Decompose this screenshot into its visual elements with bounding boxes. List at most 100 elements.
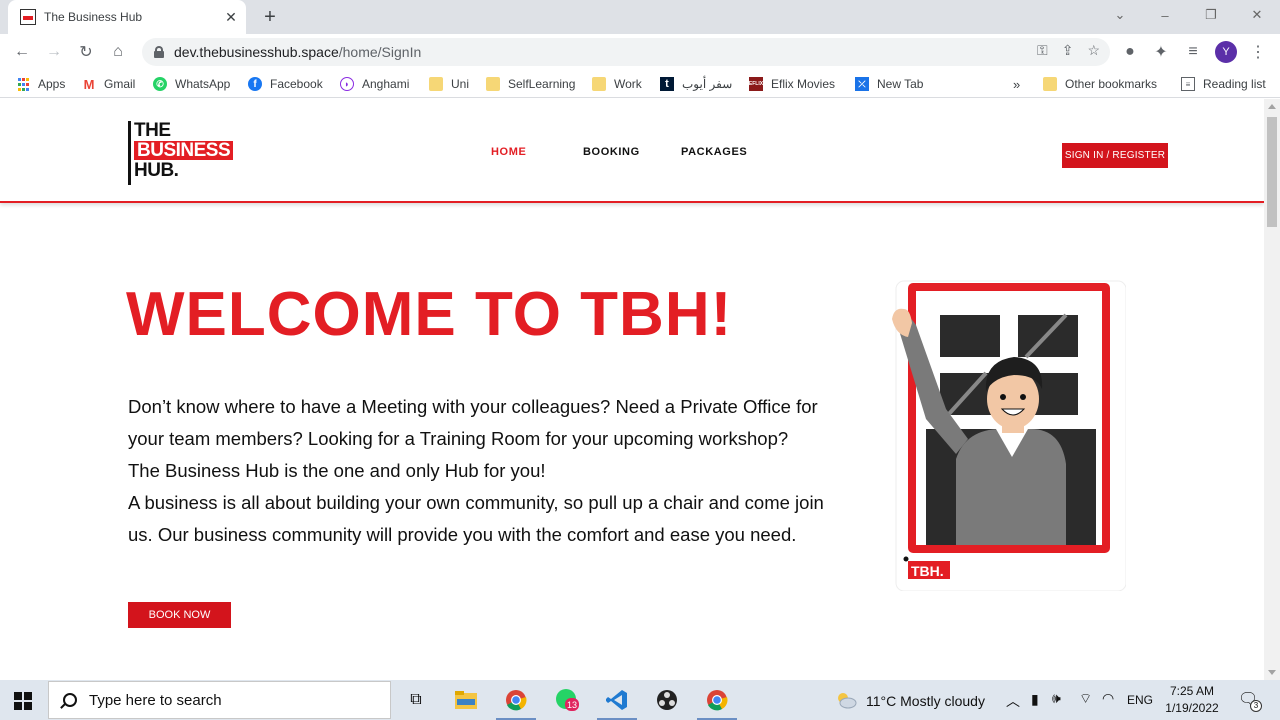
show-hidden-icons-icon[interactable]: ︿	[1006, 691, 1020, 711]
obs-icon[interactable]	[655, 688, 679, 712]
bookmark-label: Gmail	[104, 77, 136, 91]
bookmark-star-icon[interactable]: ☆	[1087, 42, 1100, 59]
chrome-icon[interactable]	[504, 688, 528, 712]
taskbar-clock[interactable]: 7:25 AM 1/19/2022	[1160, 683, 1224, 717]
bookmark-whatsapp[interactable]: ✆ WhatsApp	[153, 75, 230, 93]
clock-date: 1/19/2022	[1165, 701, 1219, 715]
nav-packages[interactable]: PACKAGES	[681, 146, 747, 158]
browser-tab[interactable]: The Business Hub ✕	[8, 0, 246, 34]
vscode-icon[interactable]	[605, 688, 629, 712]
close-window-icon[interactable]: ✕	[1234, 0, 1280, 30]
volume-icon[interactable]: 🕪	[1052, 690, 1061, 707]
profile-avatar[interactable]: Y	[1215, 41, 1237, 63]
new-tab-icon[interactable]: +	[259, 6, 281, 28]
logo-line-the: THE	[134, 120, 171, 141]
waving-man-illustration: TBH.	[892, 280, 1126, 591]
search-icon	[63, 693, 77, 707]
windows-start-icon[interactable]	[14, 692, 32, 710]
bookmark-label: Reading list	[1203, 77, 1266, 91]
hero-line: The Business Hub is the one and only Hub…	[128, 460, 546, 481]
page-scrollbar[interactable]	[1264, 99, 1280, 680]
media-control-icon[interactable]: ≡	[1181, 40, 1205, 64]
apps-grid-icon	[16, 77, 30, 91]
bookmark-label: Facebook	[270, 77, 323, 91]
nav-booking[interactable]: BOOKING	[583, 146, 640, 158]
bookmark-gmail[interactable]: M Gmail	[82, 75, 136, 93]
site-logo[interactable]: THE BUSINESS HUB.	[128, 121, 234, 185]
taskbar-search-box[interactable]: Type here to search	[48, 681, 391, 719]
bookmark-label: سفر أيوب	[682, 77, 733, 91]
logo-line-hub: HUB.	[134, 160, 179, 181]
newtab-icon: ⤫	[855, 77, 869, 91]
close-tab-icon[interactable]: ✕	[222, 8, 240, 26]
folder-icon	[1043, 77, 1057, 91]
tumblr-icon: t	[660, 77, 674, 91]
hero-line: your team members? Looking for a Trainin…	[128, 428, 789, 449]
logo-line-business: BUSINESS	[134, 141, 234, 160]
extension-icon[interactable]: ●	[1118, 40, 1142, 64]
weather-icon[interactable]	[834, 688, 858, 712]
url-host: dev.thebusinesshub.space	[174, 44, 339, 60]
notification-count-badge: 3	[1250, 700, 1262, 712]
bookmark-anghami[interactable]: ◗ Anghami	[340, 75, 409, 93]
hero-line: Don’t know where to have a Meeting with …	[128, 396, 818, 417]
bookmark-label: New Tab	[877, 77, 924, 91]
scroll-down-arrow-icon[interactable]	[1268, 670, 1276, 675]
restore-window-icon[interactable]: ❐	[1188, 0, 1234, 30]
chrome-profile-icon[interactable]	[705, 688, 729, 712]
bookmark-label: Apps	[38, 77, 66, 91]
bookmark-selflearning[interactable]: SelfLearning	[486, 75, 575, 93]
bookmark-label: WhatsApp	[175, 77, 231, 91]
reload-icon[interactable]: ↻	[74, 40, 98, 64]
whatsapp-taskbar-icon[interactable]: 13	[555, 688, 579, 712]
chrome-menu-icon[interactable]: ⋮	[1246, 40, 1270, 64]
weather-text[interactable]: 11°C Mostly cloudy	[866, 693, 985, 709]
bookmarks-overflow[interactable]: »	[1013, 75, 1020, 93]
browser-toolbar: ← → ↻ ⌂ dev.thebusinesshub.space/home/Si…	[0, 34, 1280, 70]
windows-taskbar: Type here to search ⧉ 13 11°C Mostly clo…	[0, 680, 1280, 720]
bookmark-label: Uni	[451, 77, 470, 91]
lock-icon[interactable]	[154, 46, 164, 58]
scroll-up-arrow-icon[interactable]	[1268, 104, 1276, 109]
bookmark-label: Work	[614, 77, 642, 91]
wifi-icon[interactable]: ◠	[1102, 690, 1114, 707]
minimize-window-icon[interactable]: –	[1142, 0, 1188, 30]
url-text[interactable]: dev.thebusinesshub.space/home/SignIn	[174, 44, 421, 60]
bookmark-uni[interactable]: Uni	[429, 75, 469, 93]
hero-title: WELCOME TO TBH!	[126, 280, 733, 349]
share-icon[interactable]: ⇪	[1062, 42, 1074, 59]
extensions-puzzle-icon[interactable]: ✦	[1149, 40, 1173, 64]
back-icon[interactable]: ←	[10, 40, 34, 64]
nav-home[interactable]: HOME	[491, 146, 526, 158]
network-icon[interactable]: ⌔	[1079, 690, 1092, 708]
bookmark-newtab[interactable]: ⤫ New Tab	[855, 75, 923, 93]
language-indicator[interactable]: ENG	[1127, 693, 1153, 707]
bookmark-label: SelfLearning	[508, 77, 576, 91]
whatsapp-badge: 13	[567, 700, 577, 710]
sign-in-register-button[interactable]: SIGN IN / REGISTER	[1062, 143, 1168, 168]
bookmark-label: Anghami	[362, 77, 410, 91]
password-key-icon[interactable]: ⚿	[1037, 42, 1048, 59]
hero-description: Don’t know where to have a Meeting with …	[128, 391, 848, 551]
bookmark-reading-list[interactable]: ≡ Reading list	[1181, 75, 1266, 93]
home-icon[interactable]: ⌂	[106, 40, 130, 64]
address-bar[interactable]: dev.thebusinesshub.space/home/SignIn ⚿ ⇪…	[142, 38, 1110, 66]
bookmark-other[interactable]: Other bookmarks	[1043, 75, 1157, 93]
bookmark-work[interactable]: Work	[592, 75, 642, 93]
file-explorer-icon[interactable]	[454, 688, 478, 712]
bookmark-eflix[interactable]: EFLIX Eflix Movies	[749, 75, 835, 93]
tab-title: The Business Hub	[44, 10, 143, 24]
folder-icon	[486, 77, 500, 91]
task-view-icon[interactable]: ⧉	[404, 688, 428, 712]
forward-icon[interactable]: →	[42, 40, 66, 64]
bookmark-tumblr[interactable]: t سفر أيوب	[660, 75, 732, 93]
bookmark-facebook[interactable]: f Facebook	[248, 75, 323, 93]
site-header: THE BUSINESS HUB. HOME BOOKING PACKAGES …	[0, 99, 1264, 203]
tab-search-icon[interactable]: ⌄	[1097, 0, 1143, 30]
illustration-badge-text: TBH.	[911, 563, 944, 579]
book-now-button[interactable]: BOOK NOW	[128, 602, 231, 628]
bookmark-apps[interactable]: Apps	[16, 75, 65, 93]
scrollbar-thumb[interactable]	[1267, 117, 1277, 227]
battery-icon[interactable]: ▮	[1031, 691, 1039, 708]
bookmark-label: Eflix Movies	[771, 77, 836, 91]
